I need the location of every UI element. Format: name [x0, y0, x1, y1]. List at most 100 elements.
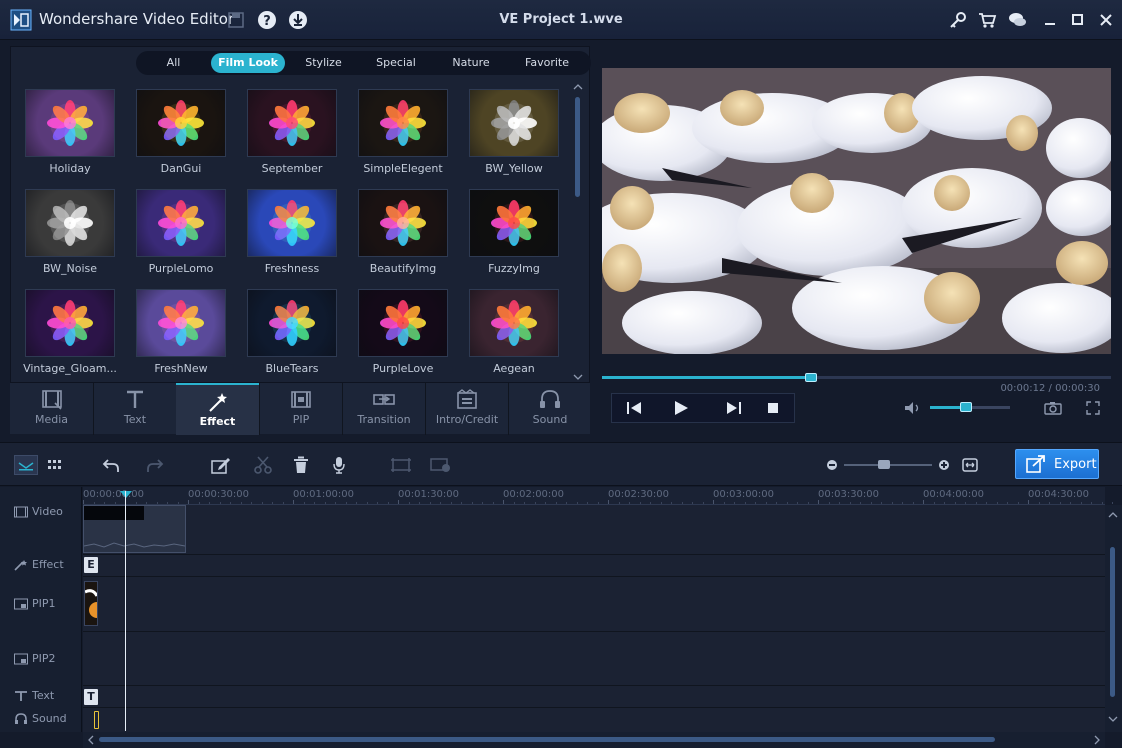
effect-track[interactable]: E — [83, 555, 1105, 577]
ruler-minor-tick — [776, 502, 777, 504]
filter-tab-nature[interactable]: Nature — [436, 53, 506, 73]
category-tab-media[interactable]: Media — [10, 383, 93, 435]
play-button[interactable] — [658, 394, 704, 422]
timeline-ruler[interactable]: 00:00:00:00 00:00:30:00 00:01:00:00 00:01:3… — [83, 487, 1113, 505]
category-tab-pip[interactable]: PIP — [259, 383, 342, 435]
effect-thumbnail[interactable]: BeautifyImg — [358, 189, 448, 275]
scroll-left-icon[interactable] — [87, 735, 95, 745]
filter-tab-film-look[interactable]: Film Look — [211, 53, 285, 73]
scroll-right-icon[interactable] — [1093, 735, 1101, 745]
scroll-down-icon[interactable] — [1108, 715, 1118, 723]
crop-button[interactable] — [390, 455, 412, 475]
flower-icon — [47, 300, 93, 346]
timeline-vertical-scrollbar[interactable] — [1105, 505, 1122, 732]
effect-thumbnail[interactable]: Aegean — [469, 289, 559, 375]
settings-button[interactable] — [430, 455, 452, 475]
effect-thumbnail[interactable]: BW_Yellow — [469, 89, 559, 175]
maximize-icon[interactable] — [1068, 10, 1088, 30]
effect-thumbnail[interactable]: SimpleElegent — [358, 89, 448, 175]
sound-clip[interactable] — [94, 711, 99, 729]
snapshot-camera-icon[interactable] — [1044, 401, 1062, 415]
chat-icon[interactable] — [1007, 10, 1027, 30]
save-icon[interactable] — [228, 12, 244, 28]
timeline-horizontal-scrollbar[interactable] — [83, 732, 1105, 748]
undo-button[interactable] — [100, 455, 122, 475]
volume-slider[interactable] — [930, 402, 1010, 412]
pip2-track[interactable] — [83, 632, 1105, 686]
effect-thumbnail[interactable]: Holiday — [25, 89, 115, 175]
category-tab-sound[interactable]: Sound — [508, 383, 591, 435]
effect-thumbnail[interactable]: BW_Noise — [25, 189, 115, 275]
magic-wand-icon — [208, 393, 227, 412]
zoom-slider[interactable] — [844, 460, 932, 469]
video-track[interactable] — [83, 505, 1105, 555]
export-button[interactable]: Export — [1015, 449, 1099, 479]
library-scrollbar[interactable] — [573, 83, 583, 383]
video-clip[interactable] — [83, 505, 186, 553]
category-tab-intro-credit[interactable]: Intro/Credit — [425, 383, 508, 435]
delete-button[interactable] — [290, 455, 312, 475]
help-icon[interactable]: ? — [257, 10, 277, 30]
volume-icon[interactable] — [904, 401, 922, 415]
text-track[interactable]: T — [83, 686, 1105, 708]
pip1-clip[interactable] — [84, 581, 98, 626]
playhead-handle[interactable] — [120, 491, 132, 498]
effect-clip[interactable]: E — [84, 557, 98, 573]
previous-frame-button[interactable] — [612, 394, 658, 422]
scroll-down-icon[interactable] — [573, 373, 583, 381]
headphones-track-icon — [15, 712, 27, 724]
filter-tab-all[interactable]: All — [146, 53, 201, 73]
playback-progress[interactable] — [602, 373, 1111, 382]
zoom-out-icon[interactable] — [826, 459, 838, 471]
effect-thumbnail[interactable]: PurpleLomo — [136, 189, 226, 275]
filter-tab-special[interactable]: Special — [361, 53, 431, 73]
timeline-vscroll-thumb[interactable] — [1110, 547, 1115, 697]
ruler-tick-mark — [83, 500, 84, 504]
playback-scrubber[interactable] — [804, 373, 817, 382]
scroll-up-icon[interactable] — [1108, 511, 1118, 519]
effect-preview-image — [247, 189, 337, 257]
text-clip[interactable]: T — [84, 689, 98, 705]
filter-tab-favorite[interactable]: Favorite — [511, 53, 583, 73]
stop-button[interactable] — [750, 394, 796, 422]
volume-slider-knob[interactable] — [960, 402, 972, 412]
close-icon[interactable] — [1096, 10, 1116, 30]
ruler-minor-tick — [681, 502, 683, 504]
timeline-tracks[interactable]: E T — [83, 505, 1105, 732]
key-icon[interactable] — [948, 10, 968, 30]
fullscreen-icon[interactable] — [1086, 401, 1100, 415]
record-voice-button[interactable] — [328, 455, 350, 475]
playhead[interactable] — [125, 491, 126, 731]
library-scroll-thumb[interactable] — [575, 97, 580, 197]
effect-thumbnail[interactable]: September — [247, 89, 337, 175]
timeline-view-button[interactable] — [14, 455, 38, 475]
scroll-up-icon[interactable] — [573, 83, 583, 91]
ruler-minor-tick — [272, 502, 273, 504]
timeline-hscroll-thumb[interactable] — [99, 737, 995, 742]
category-tab-text[interactable]: Text — [93, 383, 176, 435]
cart-icon[interactable] — [977, 10, 997, 30]
fit-timeline-icon[interactable] — [962, 458, 978, 472]
effect-thumbnail[interactable]: Freshness — [247, 189, 337, 275]
flower-icon — [269, 100, 315, 146]
effect-thumbnail[interactable]: FuzzyImg — [469, 189, 559, 275]
effect-thumbnail[interactable]: Vintage_Gloam... — [23, 289, 117, 375]
effect-thumbnail[interactable]: DanGui — [136, 89, 226, 175]
pip1-track[interactable] — [83, 577, 1105, 632]
cut-button[interactable] — [252, 455, 274, 475]
redo-button[interactable] — [144, 455, 166, 475]
zoom-slider-knob[interactable] — [877, 460, 890, 469]
filter-tab-stylize[interactable]: Stylize — [296, 53, 351, 73]
download-icon[interactable] — [288, 10, 308, 30]
edit-button[interactable] — [210, 455, 232, 475]
storyboard-view-button[interactable] — [44, 455, 66, 475]
category-tab-transition[interactable]: Transition — [342, 383, 425, 435]
effect-thumbnail[interactable]: PurpleLove — [358, 289, 448, 375]
minimize-icon[interactable] — [1040, 10, 1060, 30]
sound-track[interactable] — [83, 708, 1105, 732]
effect-thumbnail[interactable]: BlueTears — [247, 289, 337, 375]
video-preview[interactable] — [602, 68, 1111, 354]
effect-thumbnail[interactable]: FreshNew — [136, 289, 226, 375]
zoom-in-icon[interactable] — [938, 459, 950, 471]
category-tab-effect[interactable]: Effect — [176, 383, 259, 435]
